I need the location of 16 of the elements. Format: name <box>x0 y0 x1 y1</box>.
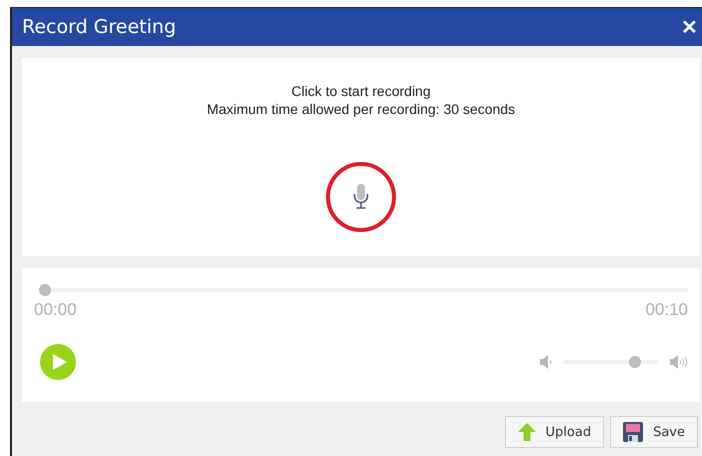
speaker-high-icon <box>670 355 688 369</box>
microphone-icon <box>353 184 369 210</box>
elapsed-time: 00:00 <box>34 300 77 320</box>
up-arrow-icon <box>518 423 536 441</box>
window-title: Record Greeting <box>22 16 176 38</box>
close-button[interactable]: ✕ <box>677 14 702 40</box>
instruction-text: Maximum time allowed per recording: 30 seconds <box>206 100 516 118</box>
play-button[interactable] <box>40 344 76 380</box>
play-icon <box>53 354 67 370</box>
save-button[interactable]: Save <box>610 416 698 448</box>
progress-thumb[interactable] <box>39 284 51 296</box>
instruction-text: Click to start recording <box>291 82 431 100</box>
speaker-low-icon <box>540 355 552 369</box>
volume-thumb[interactable] <box>628 356 641 368</box>
duration-time: 00:10 <box>645 300 688 320</box>
upload-button[interactable]: Upload <box>504 416 604 448</box>
